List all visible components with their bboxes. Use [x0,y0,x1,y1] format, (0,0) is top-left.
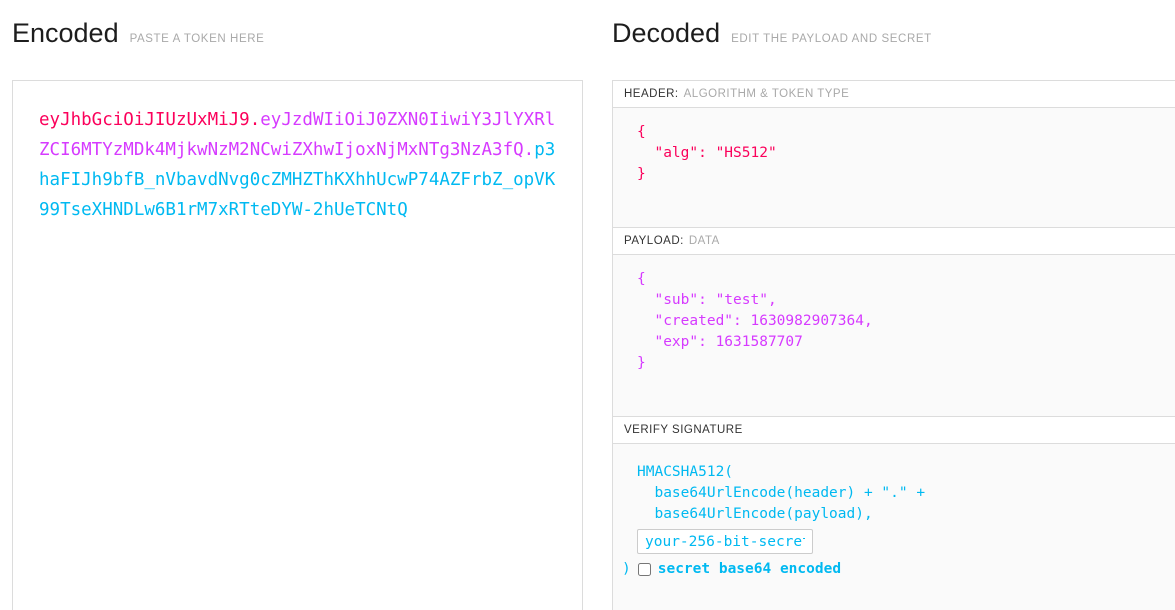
payload-section-label: PAYLOAD: DATA [613,228,1175,255]
decoded-panel: HEADER: ALGORITHM & TOKEN TYPE { "alg": … [612,80,1175,610]
token-header-segment: eyJhbGciOiJIUzUxMiJ9 [39,110,250,130]
header-label-detail: ALGORITHM & TOKEN TYPE [684,88,850,100]
token-separator-2: . [524,140,535,160]
payload-label-text: PAYLOAD: [624,235,684,247]
secret-base64-checkbox[interactable] [638,563,651,576]
signature-line-2: base64UrlEncode(header) + "." + [613,483,1175,504]
signature-line-1: HMACSHA512( [613,462,1175,483]
decoded-title: Decoded [612,18,720,49]
header-label-text: HEADER: [624,88,679,100]
header-json-editor[interactable]: { "alg": "HS512" } [613,108,1175,228]
secret-base64-label: secret base64 encoded [658,561,841,577]
jwt-debugger: Encoded PASTE A TOKEN HERE eyJhbGciOiJIU… [0,0,1175,610]
header-section-label: HEADER: ALGORITHM & TOKEN TYPE [613,81,1175,108]
header-json-text: { "alg": "HS512" } [613,122,1175,185]
decoded-subtitle: EDIT THE PAYLOAD AND SECRET [731,33,932,45]
signature-line-3: base64UrlEncode(payload), [613,504,1175,525]
decoded-heading: Decoded EDIT THE PAYLOAD AND SECRET [612,18,1175,49]
payload-json-text: { "sub": "test", "created": 163098290736… [613,269,1175,374]
token-separator-1: . [250,110,261,130]
payload-json-editor[interactable]: { "sub": "test", "created": 163098290736… [613,255,1175,417]
payload-label-detail: DATA [689,235,720,247]
signature-editor: HMACSHA512( base64UrlEncode(header) + ".… [613,444,1175,610]
encoded-subtitle: PASTE A TOKEN HERE [130,33,265,45]
secret-row [613,529,1175,554]
closing-paren: ) [622,561,631,577]
encoded-title: Encoded [12,18,119,49]
secret-input[interactable] [637,529,813,554]
encoded-token-input[interactable]: eyJhbGciOiJIUzUxMiJ9.eyJzdWIiOiJ0ZXN0Iiw… [12,80,583,610]
jwt-token-text[interactable]: eyJhbGciOiJIUzUxMiJ9.eyJzdWIiOiJ0ZXN0Iiw… [39,105,556,225]
signature-label-text: VERIFY SIGNATURE [624,424,743,436]
signature-section-label: VERIFY SIGNATURE [613,417,1175,444]
base64-row: ) secret base64 encoded [613,561,1175,577]
encoded-heading: Encoded PASTE A TOKEN HERE [12,18,583,49]
